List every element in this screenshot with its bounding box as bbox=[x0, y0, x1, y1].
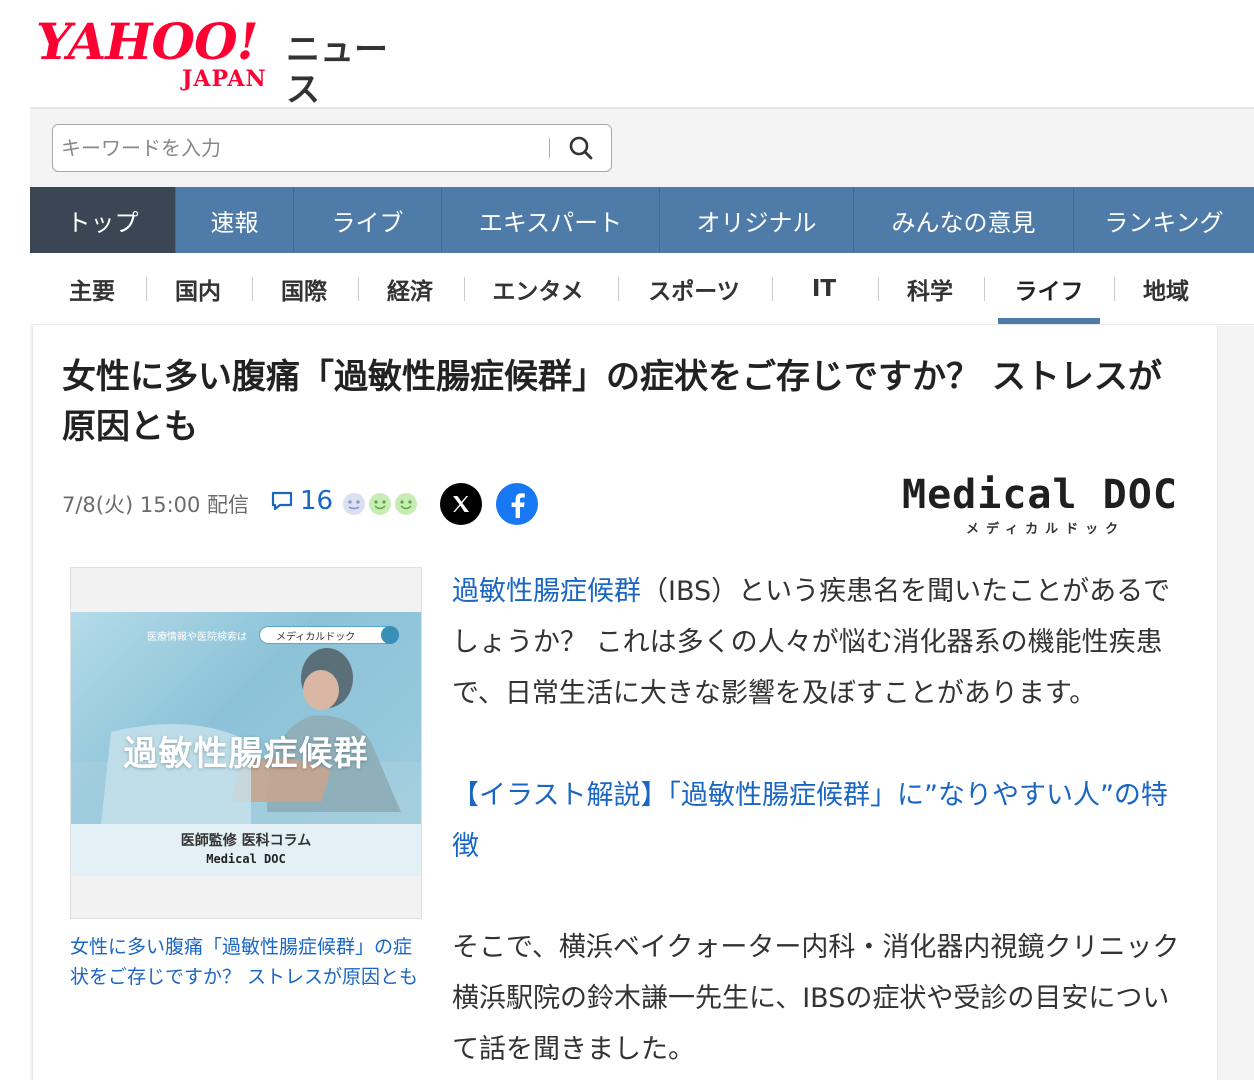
facebook-logo-icon bbox=[511, 493, 525, 518]
category-nav: 主要 国内 国際 経済 エンタメ スポーツ IT 科学 ライフ 地域 bbox=[30, 253, 1254, 325]
image-search-lead: 医療情報や医院検索は bbox=[147, 632, 247, 643]
category-domestic[interactable]: 国内 bbox=[150, 253, 246, 325]
category-main[interactable]: 主要 bbox=[44, 253, 140, 325]
nav-item-original[interactable]: オリジナル bbox=[660, 187, 854, 253]
category-separator bbox=[252, 277, 253, 301]
primary-nav: トップ 速報 ライブ エキスパート オリジナル みんなの意見 ランキング bbox=[30, 187, 1254, 253]
nav-item-breaking[interactable]: 速報 bbox=[176, 187, 294, 253]
category-region[interactable]: 地域 bbox=[1118, 253, 1214, 325]
provider-logo[interactable]: Medical DOC メディカルドック bbox=[902, 470, 1182, 540]
search-box bbox=[52, 124, 612, 172]
category-separator bbox=[1114, 277, 1115, 301]
article-image-graphic: 医療情報や医院検索は メディカルドック 過敏性腸症候群 医師監修 医科コラム M… bbox=[71, 612, 421, 876]
search-divider bbox=[549, 138, 550, 158]
nav-item-top[interactable]: トップ bbox=[30, 187, 176, 253]
category-entertainment[interactable]: エンタメ bbox=[468, 253, 608, 325]
yahoo-news-logo[interactable]: YAHOO! JAPAN ニュース bbox=[36, 12, 416, 111]
nav-item-ranking[interactable]: ランキング bbox=[1074, 187, 1254, 253]
category-separator bbox=[772, 277, 773, 301]
logo-japan-text: JAPAN bbox=[182, 66, 267, 92]
category-life[interactable]: ライフ bbox=[998, 253, 1100, 325]
category-separator bbox=[878, 277, 879, 301]
provider-name: Medical DOC bbox=[902, 472, 1178, 518]
nav-item-opinions[interactable]: みんなの意見 bbox=[854, 187, 1074, 253]
share-facebook-button[interactable] bbox=[496, 483, 538, 525]
illustration-article-link[interactable]: 【イラスト解説】「過敏性腸症候群」に”なりやすい人”の特徴 bbox=[452, 770, 1192, 872]
category-sports[interactable]: スポーツ bbox=[624, 253, 764, 325]
ibs-link[interactable]: 過敏性腸症候群 bbox=[452, 576, 641, 607]
share-x-button[interactable] bbox=[440, 483, 482, 525]
category-it[interactable]: IT bbox=[776, 253, 872, 325]
category-separator bbox=[984, 277, 985, 301]
reaction-faces-icon bbox=[343, 493, 417, 515]
article-title: 女性に多い腹痛「過敏性腸症候群」の症状をご存じですか？ ストレスが原因とも bbox=[62, 357, 1162, 447]
category-separator bbox=[618, 277, 619, 301]
site-header: YAHOO! JAPAN ニュース bbox=[0, 0, 1254, 111]
search-input[interactable] bbox=[61, 133, 541, 163]
x-logo-icon bbox=[453, 496, 469, 512]
comment-icon bbox=[271, 491, 293, 511]
image-title: 過敏性腸症候群 bbox=[123, 734, 369, 774]
comment-count: 16 bbox=[300, 486, 334, 516]
search-button[interactable] bbox=[559, 129, 603, 167]
category-separator bbox=[146, 277, 147, 301]
category-international[interactable]: 国際 bbox=[256, 253, 352, 325]
article-meta: 7/8(火) 15:00 配信 16 bbox=[62, 484, 417, 524]
article-paragraph-1: 過敏性腸症候群（IBS）という疾患名を聞いたことがあるでしょうか？ これは多くの… bbox=[452, 566, 1192, 719]
nav-item-expert[interactable]: エキスパート bbox=[442, 187, 660, 253]
image-search-field: メディカルドック bbox=[259, 626, 399, 644]
category-economy[interactable]: 経済 bbox=[362, 253, 458, 325]
active-category-indicator bbox=[998, 318, 1100, 324]
search-icon bbox=[569, 136, 593, 160]
category-separator bbox=[464, 277, 465, 301]
image-search-icon bbox=[381, 626, 399, 644]
comment-button[interactable]: 16 bbox=[270, 486, 333, 516]
nav-item-live[interactable]: ライブ bbox=[294, 187, 442, 253]
image-footer-label: 医師監修 医科コラム bbox=[180, 833, 312, 849]
image-brand: Medical DOC bbox=[206, 852, 286, 866]
publish-date: 7/8(火) 15:00 配信 bbox=[62, 493, 250, 517]
logo-yahoo-text: YAHOO! bbox=[36, 12, 259, 71]
category-separator bbox=[358, 277, 359, 301]
provider-kana: メディカルドック bbox=[966, 522, 1126, 537]
logo-section-text: ニュース bbox=[286, 30, 388, 110]
category-science[interactable]: 科学 bbox=[882, 253, 978, 325]
article-paragraph-3: そこで、横浜ベイクォーター内科・消化器内視鏡クリニック 横浜駅院の鈴木謙一先生に… bbox=[452, 932, 1180, 1065]
image-caption-link[interactable]: 女性に多い腹痛「過敏性腸症候群」の症状をご存じですか？ ストレスが原因とも bbox=[70, 932, 430, 992]
article-image[interactable]: 医療情報や医院検索は メディカルドック 過敏性腸症候群 医師監修 医科コラム M… bbox=[70, 567, 422, 919]
